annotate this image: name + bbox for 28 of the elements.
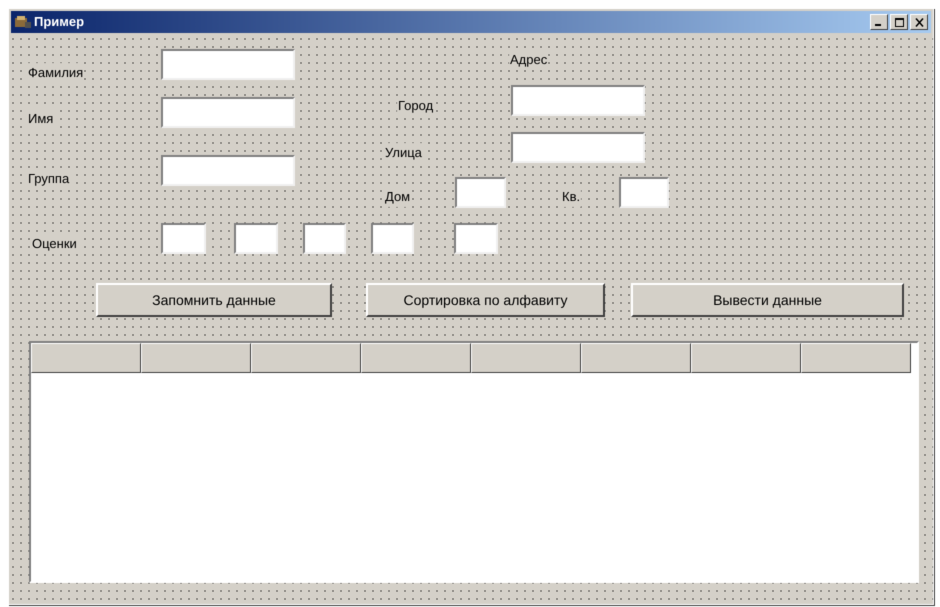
close-button[interactable] bbox=[910, 14, 928, 30]
field-label: Улица bbox=[384, 143, 423, 162]
input-field[interactable] bbox=[161, 155, 295, 186]
input-field[interactable] bbox=[303, 223, 346, 254]
input-field[interactable] bbox=[511, 85, 645, 116]
input-field[interactable] bbox=[455, 177, 506, 208]
input-field[interactable] bbox=[619, 177, 669, 208]
app-icon bbox=[14, 14, 32, 30]
action-button[interactable]: Запомнить данные bbox=[96, 283, 332, 317]
input-field[interactable] bbox=[161, 97, 295, 128]
field-label: Имя bbox=[27, 109, 54, 128]
minimize-icon bbox=[875, 24, 881, 26]
close-icon bbox=[914, 18, 924, 26]
action-button[interactable]: Вывести данные bbox=[631, 283, 904, 317]
window-title: Пример bbox=[34, 13, 84, 32]
field-label: Дом bbox=[384, 187, 412, 206]
input-field[interactable] bbox=[234, 223, 278, 254]
minimize-button[interactable] bbox=[870, 14, 888, 30]
input-field[interactable] bbox=[511, 132, 645, 163]
field-label: Кв. bbox=[561, 187, 582, 206]
input-field[interactable] bbox=[454, 223, 498, 254]
action-button[interactable]: Сортировка по алфавиту bbox=[366, 283, 605, 317]
input-field[interactable] bbox=[161, 223, 206, 254]
input-field[interactable] bbox=[161, 49, 295, 80]
input-field[interactable] bbox=[371, 223, 414, 254]
maximize-button[interactable] bbox=[890, 14, 908, 30]
field-label: Фамилия bbox=[27, 63, 84, 82]
maximize-icon bbox=[894, 18, 904, 26]
